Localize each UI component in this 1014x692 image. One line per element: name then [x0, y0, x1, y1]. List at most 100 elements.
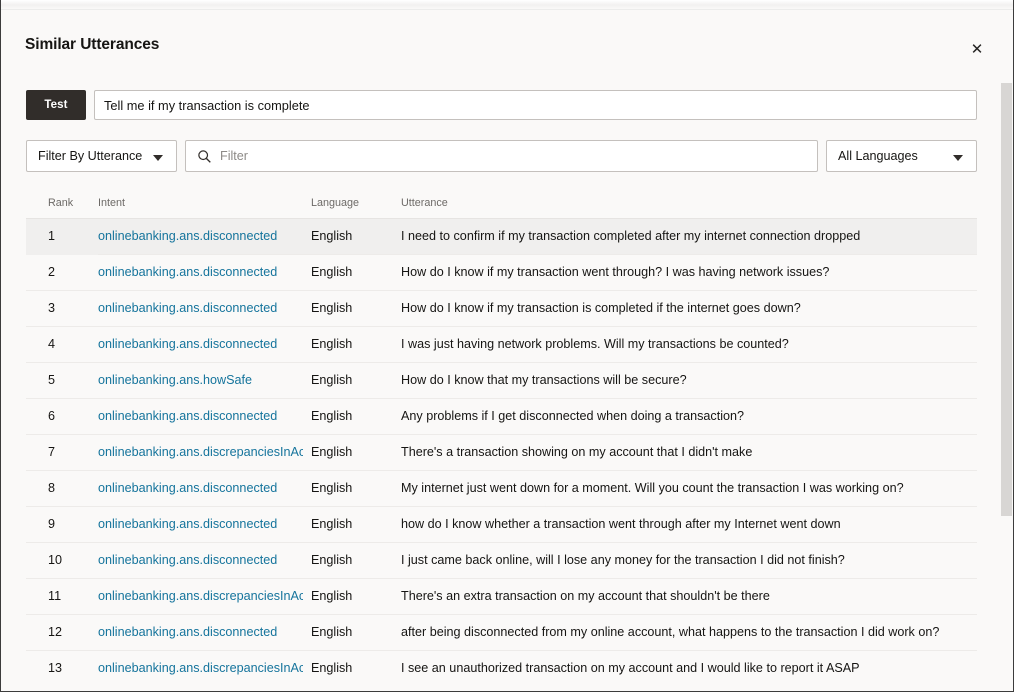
cell-intent: onlinebanking.ans.disconnected: [98, 398, 311, 434]
results-table: Rank Intent Language Utterance 1onlineba…: [26, 190, 977, 682]
cell-language: English: [311, 434, 401, 470]
cell-utterance: My internet just went down for a moment.…: [401, 470, 977, 506]
table-row[interactable]: 12onlinebanking.ans.disconnectedEnglisha…: [26, 614, 977, 650]
table-row[interactable]: 13onlinebanking.ans.discrepanciesInAccou…: [26, 650, 977, 682]
similar-utterances-dialog: Similar Utterances ✕ Test Filter By Utte…: [1, 10, 1014, 692]
window-chrome-strip: [1, 0, 1014, 10]
language-dropdown[interactable]: All Languages: [826, 140, 977, 172]
cell-intent: onlinebanking.ans.disconnected: [98, 254, 311, 290]
filter-search-box[interactable]: [185, 140, 818, 172]
table-row[interactable]: 6onlinebanking.ans.disconnected EnglishAn…: [26, 398, 977, 434]
intent-link[interactable]: onlinebanking.ans.disconnected: [98, 337, 303, 351]
cell-language: English: [311, 326, 401, 362]
cell-intent: onlinebanking.ans.discrepanciesInAccount: [98, 434, 311, 470]
cell-utterance: Any problems if I get disconnected when …: [401, 398, 977, 434]
chevron-down-icon: [153, 155, 163, 161]
cell-intent: onlinebanking.ans.disconnected: [98, 614, 311, 650]
cell-rank: 11: [26, 578, 98, 614]
table-row[interactable]: 11onlinebanking.ans.discrepanciesInAccou…: [26, 578, 977, 614]
cell-rank: 3: [26, 290, 98, 326]
table-row[interactable]: 2onlinebanking.ans.disconnectedEnglishHo…: [26, 254, 977, 290]
table-header: Rank Intent Language Utterance: [26, 190, 977, 218]
search-icon: [197, 149, 212, 164]
cell-language: English: [311, 506, 401, 542]
cell-language: English: [311, 398, 401, 434]
cell-utterance: I see an unauthorized transaction on my …: [401, 650, 977, 682]
cell-language: English: [311, 470, 401, 506]
cell-rank: 9: [26, 506, 98, 542]
cell-intent: onlinebanking.ans.disconnected: [98, 506, 311, 542]
cell-rank: 5: [26, 362, 98, 398]
cell-language: English: [311, 362, 401, 398]
cell-language: English: [311, 650, 401, 682]
filter-input[interactable]: [220, 141, 810, 171]
filter-toolbar: Filter By Utterance All Languages: [26, 140, 977, 172]
table-body: 1onlinebanking.ans.disconnectedEnglishI …: [26, 218, 977, 682]
cell-rank: 10: [26, 542, 98, 578]
filter-by-dropdown[interactable]: Filter By Utterance: [26, 140, 177, 172]
intent-link[interactable]: onlinebanking.ans.disconnected: [98, 517, 303, 531]
similar-utterances-window: Similar Utterances ✕ Test Filter By Utte…: [0, 0, 1014, 692]
vertical-scrollbar-thumb[interactable]: [1001, 83, 1012, 516]
cell-rank: 4: [26, 326, 98, 362]
table-row[interactable]: 4onlinebanking.ans.disconnectedEnglishI …: [26, 326, 977, 362]
cell-rank: 6: [26, 398, 98, 434]
cell-language: English: [311, 578, 401, 614]
column-header-utterance[interactable]: Utterance: [401, 190, 977, 218]
table-row[interactable]: 5onlinebanking.ans.howSafe EnglishHow do …: [26, 362, 977, 398]
cell-utterance: how do I know whether a transaction went…: [401, 506, 977, 542]
intent-link[interactable]: onlinebanking.ans.disconnected: [98, 625, 303, 639]
intent-link[interactable]: onlinebanking.ans.disconnected: [98, 553, 303, 567]
cell-intent: onlinebanking.ans.disconnected: [98, 218, 311, 254]
table-row[interactable]: 8onlinebanking.ans.disconnected EnglishMy…: [26, 470, 977, 506]
cell-rank: 2: [26, 254, 98, 290]
column-header-rank[interactable]: Rank: [26, 190, 98, 218]
table-row[interactable]: 9onlinebanking.ans.disconnected Englishho…: [26, 506, 977, 542]
table-row[interactable]: 1onlinebanking.ans.disconnectedEnglishI …: [26, 218, 977, 254]
cell-intent: onlinebanking.ans.disconnected: [98, 326, 311, 362]
cell-utterance: How do I know that my transactions will …: [401, 362, 977, 398]
dialog-header: Similar Utterances ✕: [1, 10, 1014, 70]
cell-intent: onlinebanking.ans.discrepanciesInAccount: [98, 650, 311, 682]
cell-rank: 12: [26, 614, 98, 650]
intent-link[interactable]: onlinebanking.ans.disconnected: [98, 409, 303, 423]
cell-utterance: How do I know if my transaction is compl…: [401, 290, 977, 326]
table-row[interactable]: 7onlinebanking.ans.discrepanciesInAccoun…: [26, 434, 977, 470]
cell-language: English: [311, 254, 401, 290]
table-row[interactable]: 3onlinebanking.ans.disconnected EnglishHo…: [26, 290, 977, 326]
cell-intent: onlinebanking.ans.howSafe: [98, 362, 311, 398]
cell-intent: onlinebanking.ans.disconnected: [98, 542, 311, 578]
intent-link[interactable]: onlinebanking.ans.disconnected: [98, 301, 303, 315]
cell-language: English: [311, 290, 401, 326]
cell-utterance: I need to confirm if my transaction comp…: [401, 218, 977, 254]
filter-by-dropdown-label: Filter By Utterance: [38, 149, 142, 163]
column-header-intent[interactable]: Intent: [98, 190, 311, 218]
test-toolbar: Test: [26, 90, 977, 120]
language-dropdown-label: All Languages: [838, 149, 918, 163]
cell-intent: onlinebanking.ans.disconnected: [98, 470, 311, 506]
cell-rank: 7: [26, 434, 98, 470]
intent-link[interactable]: onlinebanking.ans.disconnected: [98, 481, 303, 495]
table-header-row: Rank Intent Language Utterance: [26, 190, 977, 218]
table-row[interactable]: 10onlinebanking.ans.disconnectedEnglishI…: [26, 542, 977, 578]
intent-link[interactable]: onlinebanking.ans.discrepanciesInAccount: [98, 589, 303, 603]
chevron-down-icon: [953, 155, 963, 161]
column-header-language[interactable]: Language: [311, 190, 401, 218]
results-table-container[interactable]: Rank Intent Language Utterance 1onlineba…: [26, 190, 977, 682]
cell-intent: onlinebanking.ans.discrepanciesInAccount: [98, 578, 311, 614]
cell-rank: 1: [26, 218, 98, 254]
cell-intent: onlinebanking.ans.disconnected: [98, 290, 311, 326]
intent-link[interactable]: onlinebanking.ans.discrepanciesInAccount: [98, 661, 303, 675]
intent-link[interactable]: onlinebanking.ans.howSafe: [98, 373, 303, 387]
close-icon[interactable]: ✕: [968, 40, 986, 58]
vertical-scrollbar-track[interactable]: [1000, 21, 1014, 692]
page-title: Similar Utterances: [25, 36, 159, 54]
cell-rank: 8: [26, 470, 98, 506]
test-utterance-input[interactable]: [94, 90, 977, 120]
cell-utterance: I just came back online, will I lose any…: [401, 542, 977, 578]
intent-link[interactable]: onlinebanking.ans.disconnected: [98, 265, 303, 279]
cell-rank: 13: [26, 650, 98, 682]
test-button[interactable]: Test: [26, 90, 86, 120]
intent-link[interactable]: onlinebanking.ans.discrepanciesInAccount: [98, 445, 303, 459]
intent-link[interactable]: onlinebanking.ans.disconnected: [98, 229, 303, 243]
